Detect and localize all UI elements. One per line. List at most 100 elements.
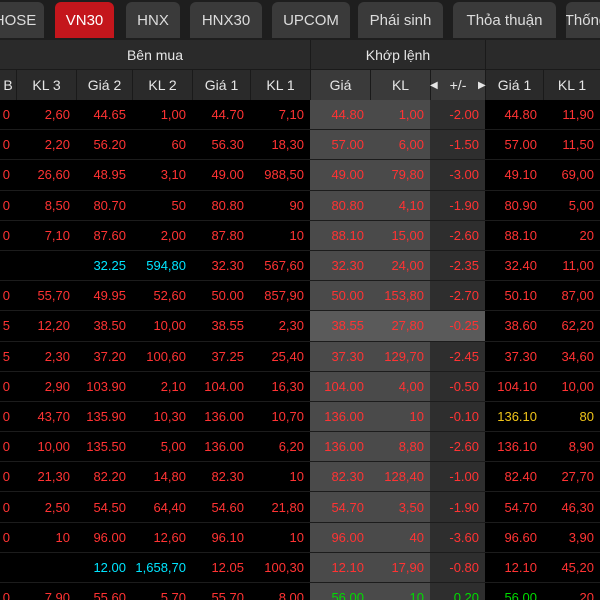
column-header-cell[interactable]: KL 2	[132, 70, 192, 100]
table-cell: 8,90	[568, 439, 594, 455]
table-cell: 0	[2, 529, 10, 545]
table-cell: 12.10	[310, 552, 370, 582]
tab-thống-kê[interactable]: Thống kê	[566, 2, 600, 38]
table-cell: 0	[2, 137, 10, 153]
exchange-tabbar: HOSE VN30 HNX HNX30 UPCOMPhái sinh Thỏa thuận…	[0, 0, 600, 40]
table-cell: 1,00	[370, 100, 430, 130]
table-cell: 88.10	[504, 227, 537, 243]
column-header-cell[interactable]: Giá 1	[192, 70, 250, 100]
table-cell: -0.80	[430, 552, 485, 582]
table-cell: 5	[2, 318, 10, 334]
table-cell: 10,70	[271, 408, 304, 424]
table-cell: 79,80	[370, 160, 430, 190]
column-header-cell[interactable]: Giá 2	[76, 70, 132, 100]
table-cell: 567,60	[264, 258, 304, 274]
table-cell: 100,60	[146, 348, 186, 364]
table-row[interactable]: 12.00 1,658,70 12.05 100,30 12.10 17,90 -0.80 1…	[0, 552, 600, 583]
table-cell: 54.70	[504, 499, 537, 515]
table-cell: 49.00	[211, 167, 244, 183]
table-cell: 594,80	[146, 258, 186, 274]
table-cell: 90	[289, 197, 304, 213]
table-cell: 55.60	[93, 590, 126, 600]
table-cell: 135.50	[86, 439, 126, 455]
table-row[interactable]: 0 2,90 103.90 2,10 104.00 16,30 104.00 4,00 -0.5…	[0, 371, 600, 402]
table-row[interactable]: 0 21,30 82.20 14,80 82.30 10 82.30 128,40 -1.00 8…	[0, 462, 600, 493]
tab-hnx[interactable]: HNX	[126, 2, 180, 38]
table-cell: 5,00	[568, 197, 594, 213]
tab-hnx30[interactable]: HNX30	[190, 2, 262, 38]
table-cell: 96.10	[211, 529, 244, 545]
tab-thỏa-thuận[interactable]: Thỏa thuận	[453, 2, 556, 38]
table-cell: 64,40	[153, 499, 186, 515]
table-row[interactable]: 5 12,20 38.50 10,00 38.55 2,30 38.55 27,80 -0.25…	[0, 311, 600, 342]
tab-hose[interactable]: HOSE	[0, 2, 44, 38]
table-cell: 8,00	[278, 590, 304, 600]
table-row[interactable]: 0 2,50 54.50 64,40 54.60 21,80 54.70 3,50 -1.90 5…	[0, 492, 600, 523]
table-cell: 4,00	[370, 371, 430, 401]
sell-side-group-label	[485, 40, 600, 69]
table-cell: 82.40	[504, 469, 537, 485]
table-row[interactable]: 0 43,70 135.90 10,30 136.00 10,70 136.00 10 -0.1…	[0, 401, 600, 433]
table-row[interactable]: 0 8,50 80.70 50 80.80 90 80.80 4,10 -1.90 80.90 5,…	[0, 190, 600, 221]
table-cell: 57.00	[310, 130, 370, 160]
table-cell: 50	[171, 197, 186, 213]
column-header-cell[interactable]: B	[0, 70, 16, 100]
column-header-cell[interactable]: KL	[370, 70, 430, 100]
table-row[interactable]: 0 10,00 135.50 5,00 136.00 6,20 136.00 8,80 -2.6…	[0, 432, 600, 463]
table-cell: 10	[370, 401, 430, 432]
table-cell: 0	[2, 107, 10, 123]
table-cell: 6,20	[278, 439, 304, 455]
table-cell: 38.55	[211, 318, 244, 334]
table-cell: 20	[579, 227, 594, 243]
table-cell: 12.05	[211, 559, 244, 575]
table-cell: 60	[171, 137, 186, 153]
table-cell: 2,00	[160, 227, 186, 243]
column-header-cell[interactable]: KL 1	[543, 70, 600, 100]
table-cell: 50.00	[211, 288, 244, 304]
table-cell: 857,90	[264, 288, 304, 304]
column-header-cell[interactable]: Giá 1	[485, 70, 543, 100]
column-header-cell[interactable]: KL 1	[250, 70, 310, 100]
table-row[interactable]: 0 26,60 48.95 3,10 49.00 988,50 49.00 79,80 -3.0…	[0, 160, 600, 191]
table-cell: 2,30	[44, 348, 70, 364]
table-row[interactable]: 0 2,20 56.20 60 56.30 18,30 57.00 6,00 -1.50 57.0…	[0, 130, 600, 161]
tab-upcom[interactable]: UPCOM	[272, 2, 350, 38]
table-cell: 136.00	[204, 408, 244, 424]
table-cell	[0, 251, 16, 280]
table-cell: 55.70	[211, 590, 244, 600]
table-cell: 10,00	[37, 439, 70, 455]
table-cell: 2,30	[278, 318, 304, 334]
table-cell: 50.00	[310, 281, 370, 311]
table-cell: 62,20	[561, 318, 594, 334]
table-cell: 128,40	[370, 462, 430, 492]
tab-phái-sinh[interactable]: Phái sinh	[358, 2, 443, 38]
table-cell: 80.70	[93, 197, 126, 213]
column-header-cell[interactable]: Giá	[310, 70, 370, 100]
table-cell: 7,10	[44, 227, 70, 243]
scroll-right-arrow-icon[interactable]: ▶	[478, 70, 486, 100]
table-cell: 34,60	[561, 348, 594, 364]
tab-vn30[interactable]: VN30	[55, 2, 114, 38]
table-row[interactable]: 0 2,60 44.65 1,00 44.70 7,10 44.80 1,00 -2.00 44.…	[0, 100, 600, 131]
table-cell: 96.00	[310, 522, 370, 552]
table-cell: 21,80	[271, 499, 304, 515]
table-cell: 56.00	[504, 590, 537, 600]
column-header-cell[interactable]: KL 3	[16, 70, 76, 100]
scroll-left-arrow-icon[interactable]: ◀	[430, 70, 438, 100]
table-cell: 0	[2, 197, 10, 213]
table-cell: 87,00	[561, 288, 594, 304]
table-cell: 49.00	[310, 160, 370, 190]
table-row[interactable]: 0 10 96.00 12,60 96.10 10 96.00 40 -3.60 96.60 3,9…	[0, 522, 600, 553]
table-row[interactable]: 0 7,10 87.60 2,00 87.80 10 88.10 15,00 -2.60 88.1…	[0, 220, 600, 251]
table-row[interactable]: 0 55,70 49.95 52,60 50.00 857,90 50.00 153,80 -2…	[0, 281, 600, 312]
table-row[interactable]: 5 2,30 37.20 100,60 37.25 25,40 37.30 129,70 -2.…	[0, 341, 600, 372]
table-cell: -1.90	[430, 190, 485, 220]
column-header-cell[interactable]: +/-	[430, 70, 485, 100]
table-cell: 1,00	[160, 107, 186, 123]
table-cell: 2,60	[44, 107, 70, 123]
table-row[interactable]: 32.25 594,80 32.30 567,60 32.30 24,00 -2.35 32.…	[0, 250, 600, 282]
table-cell: 50.10	[504, 288, 537, 304]
table-cell: -3.60	[430, 522, 485, 552]
table-cell: 0.20	[430, 583, 485, 600]
table-row[interactable]: 0 7,90 55.60 5,70 55.70 8,00 56.00 10 0.20 56.00 2…	[0, 583, 600, 600]
